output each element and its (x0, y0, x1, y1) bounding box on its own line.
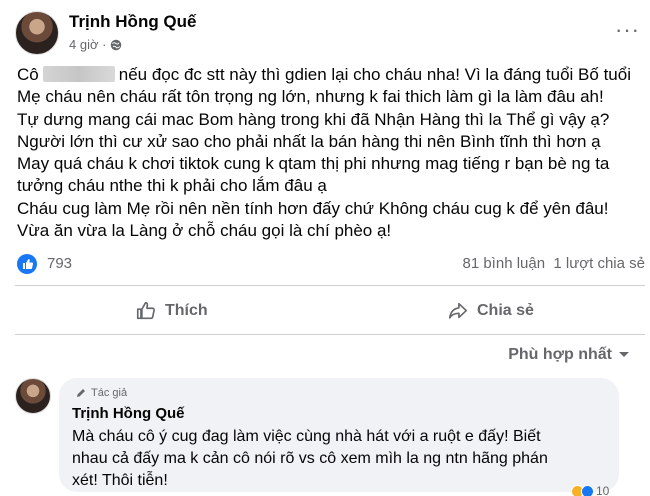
pencil-icon (77, 389, 85, 397)
post-time[interactable]: 4 giờ · (69, 37, 106, 52)
comment-avatar[interactable] (15, 378, 51, 414)
thumbs-up-outline-icon (136, 301, 155, 320)
author-badge-label: Tác giả (91, 387, 128, 399)
author-avatar[interactable] (15, 11, 59, 55)
post-header: Trịnh Hồng Quế 4 giờ · ··· (15, 8, 645, 58)
comment-sort-dropdown[interactable]: Phù hợp nhất (508, 346, 630, 364)
like-label: Thích (165, 302, 208, 319)
comments-count[interactable]: 81 bình luận (462, 255, 545, 272)
thumbs-up-icon[interactable] (17, 254, 37, 274)
comment-line: xét! Thôi tiễn! (72, 472, 168, 490)
sort-label: Phù hợp nhất (508, 346, 612, 363)
comment-bubble: Tác giả Trịnh Hồng Quế Mà cháu cô ý cug … (59, 378, 619, 492)
post-line: Người lớn thì cư xử sao cho phải nhất la… (17, 131, 601, 151)
post-line: Cô nếu đọc đc stt này thì gdien lại cho c… (17, 65, 631, 84)
comment-line: nhau cả đấy ma k cản cô nói rõ vs cô xem… (72, 450, 548, 468)
comment-reaction-count: 10 (596, 484, 610, 496)
reaction-count[interactable]: 793 (47, 255, 72, 272)
comment-line: Mà cháu cô ý cug đag làm việc cùng nhà h… (72, 428, 541, 445)
post-text: Cô nếu đọc đc stt này thì gdien lại cho c… (17, 64, 642, 242)
more-options-icon[interactable]: ··· (615, 19, 640, 41)
comments-shares-count: 81 bình luận 1 lượt chia sẻ (462, 255, 645, 272)
shares-count[interactable]: 1 lượt chia sẻ (553, 255, 645, 272)
author-name[interactable]: Trịnh Hồng Quế (69, 12, 197, 32)
like-button[interactable]: Thích (135, 289, 208, 333)
comment-text: Mà cháu cô ý cug đag làm việc cùng nhà h… (72, 426, 612, 493)
post-line: Vừa ăn vừa la Làng ở chỗ cháu gọi là chí… (17, 221, 392, 241)
caret-down-icon (619, 352, 629, 357)
post-line: Mẹ cháu nên cháu rất tôn trọng ng lớn, n… (17, 87, 604, 107)
globe-icon (111, 39, 122, 50)
divider (15, 285, 645, 286)
post-line: May quá cháu k chơi tiktok cung k qtam t… (17, 154, 610, 174)
divider (15, 334, 645, 335)
action-bar: Thích Chia sẻ (15, 289, 645, 333)
post-line: Tự dưng mang cái mac Bom hàng trong khi … (17, 109, 610, 129)
post-line: Cháu cug làm Mẹ rồi nên nền tính hơn đấy… (17, 198, 609, 218)
comment-author[interactable]: Trịnh Hồng Quế (72, 405, 185, 422)
like-reaction-icon (581, 484, 594, 496)
author-badge: Tác giả (75, 387, 127, 399)
share-button[interactable]: Chia sẻ (447, 289, 534, 333)
share-label: Chia sẻ (477, 302, 534, 319)
comment-reactions[interactable]: 10 (571, 484, 609, 496)
post-meta: 4 giờ · (69, 37, 122, 52)
post-stats: 793 81 bình luận 1 lượt chia sẻ (15, 252, 645, 276)
blurred-name (42, 66, 115, 82)
share-arrow-icon (448, 302, 468, 319)
post-line: tưởng cháu nthe thi k phải cho lắm đâu ạ (17, 176, 327, 196)
